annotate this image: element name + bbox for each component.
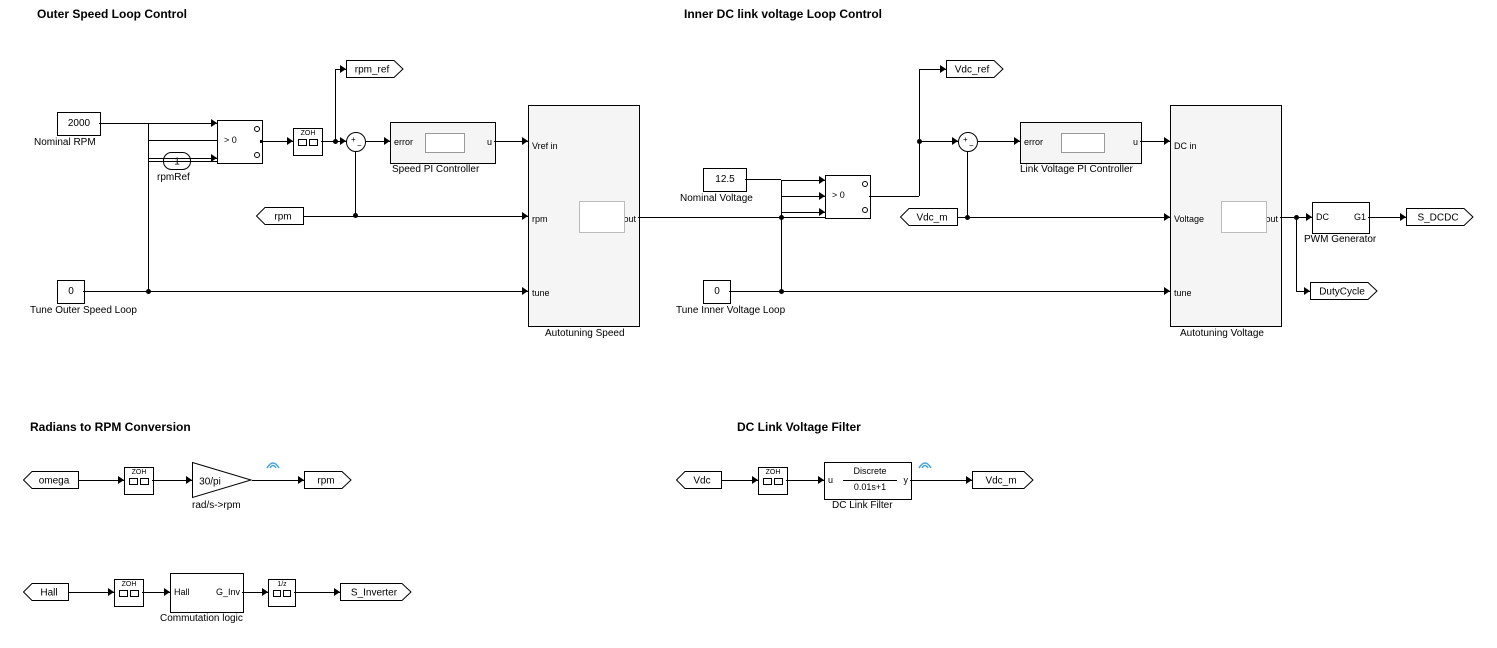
svg-text:S_DCDC: S_DCDC <box>1417 213 1458 224</box>
svg-text:30/pi: 30/pi <box>199 477 221 488</box>
title-inner-loop: Inner DC link voltage Loop Control <box>684 7 882 21</box>
svg-text:rpm: rpm <box>274 212 291 223</box>
subsystem-pwm-generator[interactable]: DC G1 <box>1312 202 1370 234</box>
label-nominal-rpm: Nominal RPM <box>34 137 96 148</box>
switch-voltage[interactable]: > 0 <box>825 175 871 219</box>
goto-s-dcdc[interactable]: S_DCDC <box>1406 208 1474 226</box>
goto-s-inverter[interactable]: S_Inverter <box>340 583 412 601</box>
svg-text:+: + <box>963 135 968 144</box>
svg-text:DutyCycle: DutyCycle <box>1319 287 1365 298</box>
subsystem-autotuning-speed[interactable]: Vref in rpm tune Vref out <box>528 105 640 327</box>
svg-text:S_Inverter: S_Inverter <box>351 588 398 599</box>
label-autotuning-speed: Autotuning Speed <box>545 328 625 339</box>
label-gain: rad/s->rpm <box>192 500 241 511</box>
from-rpm[interactable]: rpm <box>256 207 304 225</box>
svg-text:−: − <box>357 141 362 150</box>
goto-vdc-ref[interactable]: Vdc_ref <box>946 60 1004 78</box>
from-vdc[interactable]: Vdc <box>676 471 722 489</box>
goto-vdc-m[interactable]: Vdc_m <box>972 471 1034 489</box>
label-tune-inner: Tune Inner Voltage Loop <box>676 305 785 316</box>
from-omega[interactable]: omega <box>23 471 79 489</box>
rate-transition-4[interactable]: 1/z <box>268 579 296 607</box>
sum-voltage[interactable]: + − <box>958 132 978 152</box>
label-tune-outer: Tune Outer Speed Loop <box>30 305 137 316</box>
title-dc-filter: DC Link Voltage Filter <box>737 420 861 434</box>
label-speed-pi: Speed PI Controller <box>392 164 479 175</box>
goto-rpm-ref[interactable]: rpm_ref <box>346 60 404 78</box>
switch-speed[interactable]: > 0 <box>217 120 263 164</box>
title-rad-to-rpm: Radians to RPM Conversion <box>30 420 191 434</box>
rate-transition-1[interactable]: ZOH <box>293 128 323 156</box>
constant-tune-outer[interactable]: 0 <box>57 280 85 304</box>
title-outer-loop: Outer Speed Loop Control <box>37 7 187 21</box>
constant-tune-inner[interactable]: 0 <box>703 280 731 304</box>
from-hall[interactable]: Hall <box>23 583 69 601</box>
subsystem-speed-pi[interactable]: error u <box>390 122 496 164</box>
constant-nominal-voltage[interactable]: 12.5 <box>703 168 747 192</box>
subsystem-commutation[interactable]: Hall G_Inv <box>170 573 244 613</box>
svg-text:Vdc: Vdc <box>693 476 710 487</box>
label-link-pi: Link Voltage PI Controller <box>1020 164 1133 175</box>
svg-text:+: + <box>351 135 356 144</box>
label-pwm-generator: PWM Generator <box>1304 234 1376 245</box>
transfer-fn-dc-filter[interactable]: u y Discrete 0.01s+1 <box>824 462 912 500</box>
diagram-canvas: Outer Speed Loop Control Inner DC link v… <box>0 0 1497 648</box>
svg-text:Vdc_m: Vdc_m <box>985 476 1016 487</box>
subsystem-autotuning-voltage[interactable]: DC in Voltage tune DC out <box>1170 105 1282 327</box>
svg-text:rpm_ref: rpm_ref <box>355 65 390 76</box>
signal-log-icon-2 <box>918 458 932 470</box>
svg-text:−: − <box>969 141 974 150</box>
svg-text:Vdc_ref: Vdc_ref <box>955 65 990 76</box>
rate-transition-5[interactable]: ZOH <box>758 467 788 495</box>
gain-rad-to-rpm[interactable]: 30/pi <box>192 462 252 498</box>
signal-log-icon <box>266 458 280 470</box>
svg-text:Hall: Hall <box>40 588 57 599</box>
goto-dutycycle[interactable]: DutyCycle <box>1310 282 1378 300</box>
svg-text:omega: omega <box>39 476 70 487</box>
svg-text:Vdc_m: Vdc_m <box>916 213 947 224</box>
rate-transition-2[interactable]: ZOH <box>124 467 154 495</box>
subsystem-link-pi[interactable]: error u <box>1020 122 1142 164</box>
label-commutation: Commutation logic <box>160 613 243 624</box>
label-nominal-voltage: Nominal Voltage <box>680 193 753 204</box>
sum-speed[interactable]: + − <box>346 132 366 152</box>
label-rpmref: rpmRef <box>157 172 190 183</box>
rate-transition-3[interactable]: ZOH <box>114 579 144 607</box>
goto-rpm[interactable]: rpm <box>304 471 352 489</box>
svg-text:rpm: rpm <box>317 476 334 487</box>
constant-nominal-rpm[interactable]: 2000 <box>57 112 101 136</box>
label-autotuning-voltage: Autotuning Voltage <box>1180 328 1264 339</box>
from-vdc-m[interactable]: Vdc_m <box>900 208 958 226</box>
label-dc-filter: DC Link Filter <box>832 500 893 511</box>
